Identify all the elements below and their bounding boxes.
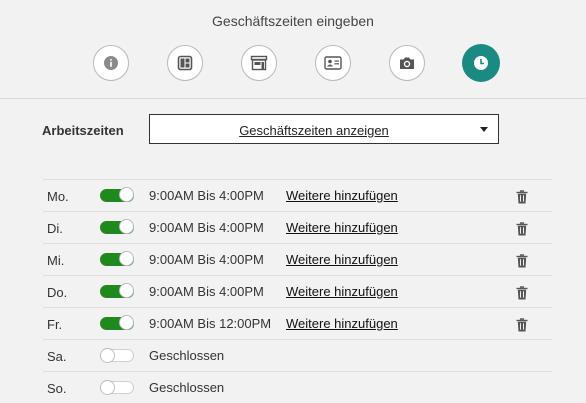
day-toggle[interactable] [100, 380, 134, 395]
day-row-fr: Fr. 9:00AM Bis 12:00PM Weitere hinzufüge… [43, 307, 552, 339]
toggle-knob [119, 251, 134, 266]
day-row-so: So. Geschlossen [43, 371, 552, 403]
day-time: 9:00AM Bis 4:00PM [149, 188, 264, 203]
toggle-knob [100, 348, 115, 363]
day-name: Sa. [47, 349, 67, 364]
toggle-knob [119, 219, 134, 234]
camera-icon [400, 57, 414, 69]
wizard-header: Geschäftszeiten eingeben [0, 0, 586, 99]
day-name: Do. [47, 285, 68, 300]
toggle-knob [119, 315, 134, 330]
trash-icon[interactable] [516, 318, 528, 332]
day-name: Mi. [47, 253, 65, 268]
add-more-link[interactable]: Weitere hinzufügen [286, 316, 398, 331]
day-list: Mo. 9:00AM Bis 4:00PM Weitere hinzufügen… [43, 179, 552, 403]
wizard-steps [0, 44, 586, 85]
step-layout[interactable] [167, 45, 203, 81]
day-closed-status: Geschlossen [149, 348, 225, 363]
day-time: 9:00AM Bis 4:00PM [149, 252, 264, 267]
day-time: 9:00AM Bis 4:00PM [149, 220, 264, 235]
step-info[interactable] [93, 45, 129, 81]
toggle-knob [119, 283, 134, 298]
page-title: Geschäftszeiten eingeben [212, 13, 374, 29]
storefront-icon [250, 55, 268, 71]
step-storefront[interactable] [241, 45, 277, 81]
day-time: 9:00AM Bis 4:00PM [149, 284, 264, 299]
day-row-mi: Mi. 9:00AM Bis 4:00PM Weitere hinzufügen [43, 243, 552, 275]
day-toggle[interactable] [100, 251, 134, 266]
day-row-di: Di. 9:00AM Bis 4:00PM Weitere hinzufügen [43, 211, 552, 243]
working-hours-label: Arbeitszeiten [42, 123, 124, 138]
trash-icon[interactable] [516, 222, 528, 236]
day-row-sa: Sa. Geschlossen [43, 339, 552, 371]
info-icon [104, 56, 118, 70]
working-hours-row: Arbeitszeiten Geschäftszeiten anzeigen [42, 114, 502, 146]
day-name: Mo. [47, 189, 69, 204]
hours-mode-dropdown[interactable]: Geschäftszeiten anzeigen [149, 114, 499, 144]
dropdown-value: Geschäftszeiten anzeigen [239, 123, 389, 138]
toggle-knob [100, 380, 115, 395]
clock-icon [474, 56, 488, 70]
layout-icon [177, 55, 193, 71]
day-name: Fr. [47, 317, 63, 332]
day-toggle[interactable] [100, 348, 134, 363]
add-more-link[interactable]: Weitere hinzufügen [286, 188, 398, 203]
add-more-link[interactable]: Weitere hinzufügen [286, 284, 398, 299]
trash-icon[interactable] [516, 254, 528, 268]
day-time: 9:00AM Bis 12:00PM [149, 316, 272, 331]
day-toggle[interactable] [100, 187, 134, 202]
day-toggle[interactable] [100, 219, 134, 234]
day-name: Di. [47, 221, 63, 236]
day-row-mo: Mo. 9:00AM Bis 4:00PM Weitere hinzufügen [43, 179, 552, 211]
id-card-icon [324, 56, 342, 70]
trash-icon[interactable] [516, 190, 528, 204]
day-toggle[interactable] [100, 315, 134, 330]
caret-down-icon [480, 127, 488, 132]
day-closed-status: Geschlossen [149, 380, 225, 395]
add-more-link[interactable]: Weitere hinzufügen [286, 252, 398, 267]
day-row-do: Do. 9:00AM Bis 4:00PM Weitere hinzufügen [43, 275, 552, 307]
trash-icon[interactable] [516, 286, 528, 300]
day-toggle[interactable] [100, 283, 134, 298]
step-clock[interactable] [462, 44, 500, 82]
toggle-knob [119, 187, 134, 202]
step-camera[interactable] [389, 45, 425, 81]
add-more-link[interactable]: Weitere hinzufügen [286, 220, 398, 235]
day-name: So. [47, 381, 67, 396]
step-id-card[interactable] [315, 45, 351, 81]
